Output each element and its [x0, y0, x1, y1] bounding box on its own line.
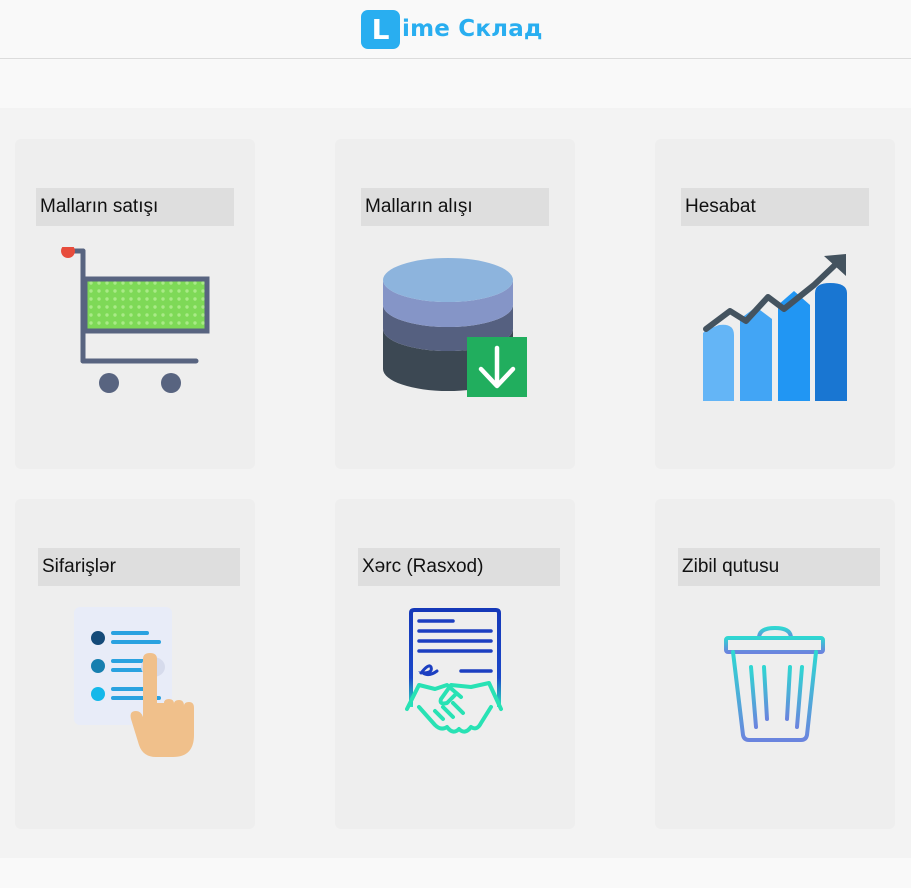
card-label-purchases: Malların alışı [361, 188, 549, 226]
logo-badge: L [361, 9, 400, 49]
database-download-icon [383, 258, 527, 397]
card-expenses[interactable]: Xərc (Rasxod) [335, 499, 575, 829]
card-label-sales: Malların satışı [36, 188, 234, 226]
card-label-orders: Sifarişlər [38, 548, 240, 586]
card-label-expenses: Xərc (Rasxod) [358, 548, 560, 586]
card-report[interactable]: Hesabat [655, 139, 895, 469]
brand-logo[interactable]: L ime Склад [361, 9, 543, 49]
card-label-report: Hesabat [681, 188, 869, 226]
top-bar: L ime Склад [0, 0, 911, 59]
shopping-cart-icon [61, 247, 210, 393]
growth-chart-icon [703, 254, 847, 401]
logo-text: ime Склад [402, 16, 543, 42]
order-list-icon [74, 607, 194, 757]
card-orders[interactable]: Sifarişlər [15, 499, 255, 829]
card-sales[interactable]: Malların satışı [15, 139, 255, 469]
contract-handshake-icon [405, 608, 503, 734]
trash-bin-icon [724, 626, 825, 742]
dashboard-panel: Malların satışı Malların alışı Hesabat S… [0, 108, 911, 858]
card-label-trash: Zibil qutusu [678, 548, 880, 586]
card-trash[interactable]: Zibil qutusu [655, 499, 895, 829]
card-purchases[interactable]: Malların alışı [335, 139, 575, 469]
